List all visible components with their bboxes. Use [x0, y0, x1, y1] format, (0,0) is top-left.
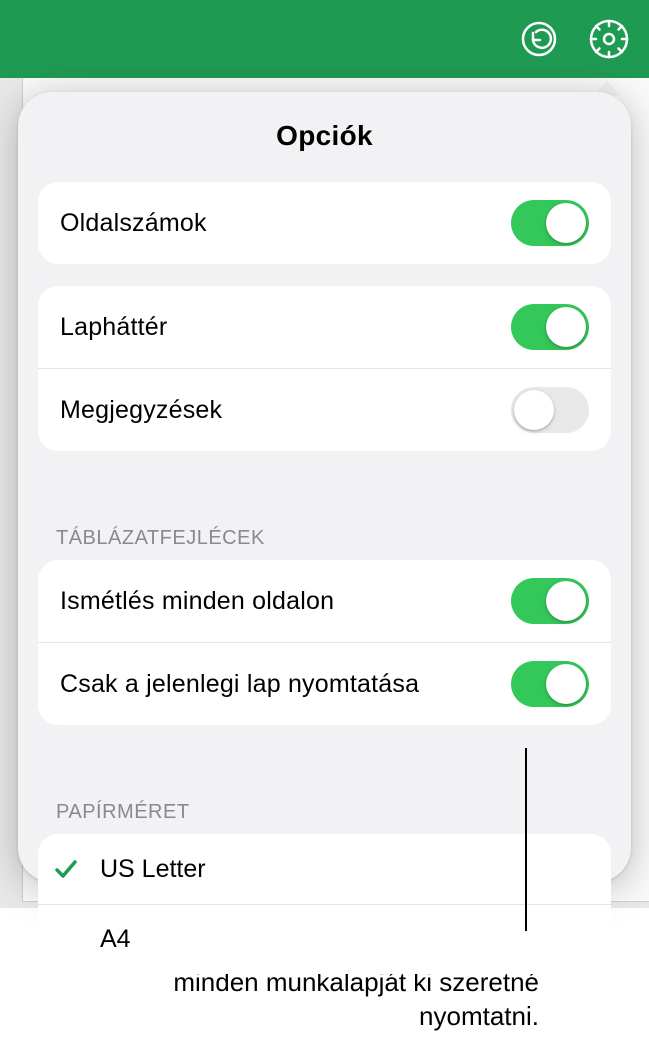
toggle-knob — [546, 664, 586, 704]
label-background: Lapháttér — [60, 313, 511, 342]
label-us-letter: US Letter — [100, 855, 206, 884]
label-comments: Megjegyzések — [60, 396, 511, 425]
row-repeat-every-page: Ismétlés minden oldalon — [38, 560, 611, 642]
toggle-knob — [546, 307, 586, 347]
row-print-current-only: Csak a jelenlegi lap nyomtatása — [38, 642, 611, 725]
label-a4: A4 — [100, 925, 131, 954]
callout-leader-line — [525, 748, 527, 931]
gear-icon[interactable] — [587, 17, 631, 61]
row-page-numbers: Oldalszámok — [38, 182, 611, 264]
row-background: Lapháttér — [38, 286, 611, 368]
app-header — [0, 0, 649, 78]
section-header-table: TÁBLÁZATFEJLÉCEK — [38, 485, 611, 560]
popover-title: Opciók — [38, 120, 611, 152]
checkmark-icon — [52, 855, 100, 883]
group-page-numbers: Oldalszámok — [38, 182, 611, 264]
label-page-numbers: Oldalszámok — [60, 209, 511, 238]
toggle-print-current-only[interactable] — [511, 661, 589, 707]
toggle-background[interactable] — [511, 304, 589, 350]
row-comments: Megjegyzések — [38, 368, 611, 451]
toggle-page-numbers[interactable] — [511, 200, 589, 246]
options-popover: Opciók Oldalszámok Lapháttér Megjegyzése… — [18, 92, 631, 882]
group-table-headers: Ismétlés minden oldalon Csak a jelenlegi… — [38, 560, 611, 725]
toggle-knob — [546, 203, 586, 243]
toggle-knob — [546, 581, 586, 621]
group-background-comments: Lapháttér Megjegyzések — [38, 286, 611, 451]
toggle-comments[interactable] — [511, 387, 589, 433]
label-print-current-only: Csak a jelenlegi lap nyomtatása — [60, 670, 511, 699]
undo-icon[interactable] — [517, 17, 561, 61]
label-repeat-every-page: Ismétlés minden oldalon — [60, 587, 511, 616]
toggle-repeat-every-page[interactable] — [511, 578, 589, 624]
toggle-knob — [514, 390, 554, 430]
